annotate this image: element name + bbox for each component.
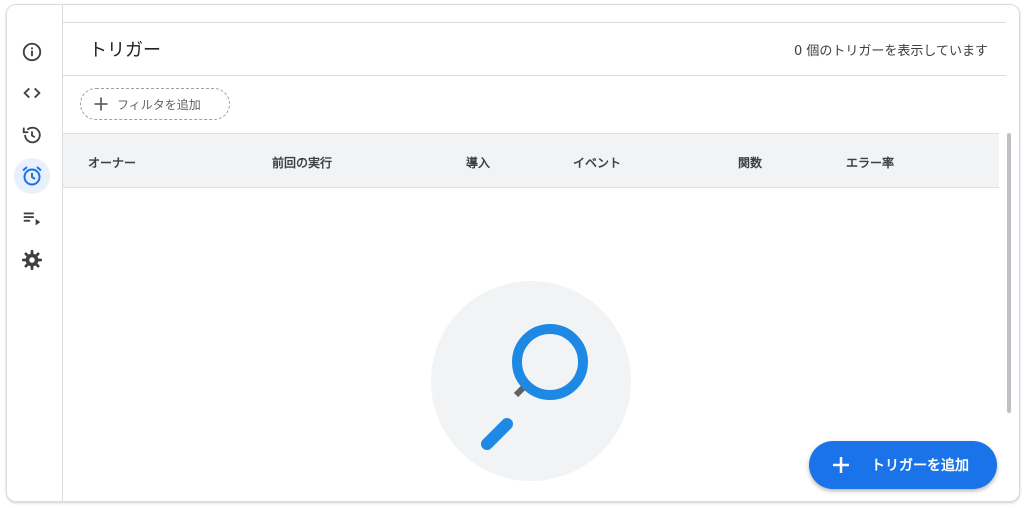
magnifier-icon (481, 324, 588, 450)
add-filter-label: フィルタを追加 (117, 97, 201, 112)
column-header-last-run[interactable]: 前回の実行 (272, 154, 332, 171)
page-header: トリガー 0 個のトリガーを表示しています (63, 22, 1006, 76)
column-header-error-rate[interactable]: エラー率 (846, 154, 894, 171)
triggers-table-header: オーナー 前回の実行 導入 イベント 関数 エラー率 (63, 133, 999, 188)
column-header-deployment[interactable]: 導入 (466, 154, 490, 171)
history-icon (22, 126, 41, 144)
app-frame: トリガー 0 個のトリガーを表示しています フィルタを追加 オーナー 前回の実行… (6, 4, 1020, 502)
editor-button[interactable] (14, 75, 50, 111)
executions-icon (23, 212, 41, 226)
add-trigger-button[interactable]: トリガーを追加 (809, 441, 997, 489)
trigger-count-text: 0 個のトリガーを表示しています (793, 44, 988, 59)
side-rail (7, 5, 63, 501)
scrollbar[interactable] (1007, 133, 1011, 413)
plus-icon (94, 97, 108, 111)
column-header-function[interactable]: 関数 (738, 154, 762, 171)
overview-button[interactable] (14, 34, 50, 70)
empty-state-illustration (431, 281, 631, 481)
column-header-event[interactable]: イベント (573, 154, 621, 171)
history-button[interactable] (14, 117, 50, 153)
column-header-owner[interactable]: オーナー (88, 154, 136, 171)
settings-icon (21, 249, 43, 271)
page-title: トリガー (89, 40, 161, 61)
executions-button[interactable] (14, 200, 50, 236)
info-icon (22, 42, 42, 62)
plus-icon (833, 457, 849, 473)
add-trigger-label: トリガーを追加 (871, 458, 969, 474)
add-filter-button[interactable]: フィルタを追加 (80, 88, 230, 120)
triggers-button[interactable] (14, 158, 50, 194)
main-panel: トリガー 0 個のトリガーを表示しています フィルタを追加 オーナー 前回の実行… (63, 5, 1019, 501)
settings-button[interactable] (14, 242, 50, 278)
code-icon (23, 87, 41, 99)
alarm-icon (22, 166, 42, 186)
